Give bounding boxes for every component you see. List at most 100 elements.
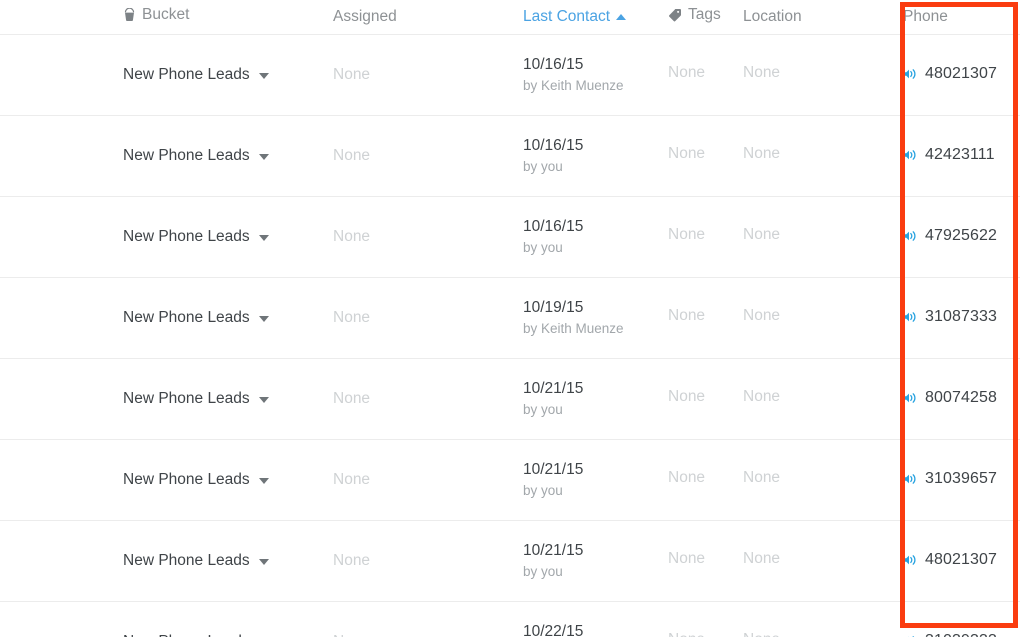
cell-phone[interactable]: 48021307	[903, 520, 1020, 602]
cell-tags[interactable]: None	[668, 277, 743, 359]
cell-location[interactable]: None	[743, 439, 903, 521]
column-header-tags[interactable]: Tags	[668, 0, 743, 35]
bucket-value: New Phone Leads	[123, 471, 250, 488]
speaker-icon[interactable]	[903, 391, 918, 405]
cell-phone[interactable]: 48021307	[903, 34, 1020, 116]
cell-phone[interactable]: 80074258	[903, 358, 1020, 440]
cell-assigned[interactable]: None	[333, 358, 523, 440]
column-header-location[interactable]: Location	[743, 0, 903, 35]
speaker-icon[interactable]	[903, 472, 918, 486]
cell-assigned[interactable]: None	[333, 520, 523, 602]
chevron-down-icon[interactable]	[258, 154, 269, 160]
chevron-down-icon[interactable]	[258, 73, 269, 79]
phone-number: 31087333	[925, 307, 997, 325]
table-row[interactable]: New Phone Leads None 10/21/15 by you Non…	[0, 358, 1020, 440]
last-contact-date: 10/22/15	[523, 623, 584, 637]
cell-bucket[interactable]: New Phone Leads	[123, 358, 333, 440]
cell-last-contact[interactable]: 10/16/15 by you	[523, 115, 668, 197]
cell-assigned[interactable]: None	[333, 277, 523, 359]
cell-location[interactable]: None	[743, 115, 903, 197]
cell-tags[interactable]: None	[668, 439, 743, 521]
table-row[interactable]: New Phone Leads None 10/21/15 by you Non…	[0, 520, 1020, 602]
cell-bucket[interactable]: New Phone Leads	[123, 439, 333, 521]
last-contact-author: by you	[523, 402, 563, 417]
cell-assigned[interactable]: None	[333, 196, 523, 278]
location-value: None	[743, 550, 781, 567]
speaker-icon[interactable]	[903, 229, 918, 243]
column-header-bucket[interactable]: Bucket	[123, 0, 333, 35]
assigned-value: None	[333, 228, 371, 245]
column-header-last-contact[interactable]: Last Contact	[523, 0, 668, 35]
cell-bucket[interactable]: New Phone Leads	[123, 277, 333, 359]
cell-last-contact[interactable]: 10/21/15 by you	[523, 439, 668, 521]
assigned-value: None	[333, 66, 371, 83]
cell-location[interactable]: None	[743, 34, 903, 116]
cell-assigned[interactable]: None	[333, 439, 523, 521]
cell-last-contact[interactable]: 10/21/15 by you	[523, 520, 668, 602]
cell-phone[interactable]: 31039657	[903, 439, 1020, 521]
chevron-down-icon[interactable]	[258, 235, 269, 241]
cell-phone[interactable]: 31087333	[903, 277, 1020, 359]
cell-assigned[interactable]: None	[333, 601, 523, 637]
column-header-assigned-label: Assigned	[333, 8, 397, 25]
cell-last-contact[interactable]: 10/16/15 by you	[523, 196, 668, 278]
cell-phone[interactable]: 31039333	[903, 601, 1020, 637]
cell-location[interactable]: None	[743, 601, 903, 637]
assigned-value: None	[333, 633, 370, 637]
cell-bucket[interactable]: New Phone Leads	[123, 601, 333, 637]
cell-last-contact[interactable]: 10/16/15 by Keith Muenze	[523, 34, 668, 116]
table-row[interactable]: New Phone Leads None 10/22/15 by you Non…	[0, 601, 1020, 637]
speaker-icon[interactable]	[903, 67, 918, 81]
row-spacer	[0, 358, 123, 440]
cell-assigned[interactable]: None	[333, 34, 523, 116]
cell-bucket[interactable]: New Phone Leads	[123, 115, 333, 197]
cell-location[interactable]: None	[743, 358, 903, 440]
assigned-value: None	[333, 309, 371, 326]
cell-phone[interactable]: 42423111	[903, 115, 1020, 197]
table-row[interactable]: New Phone Leads None 10/16/15 by you Non…	[0, 196, 1020, 278]
table-row[interactable]: New Phone Leads None 10/21/15 by you Non…	[0, 439, 1020, 521]
speaker-icon[interactable]	[903, 148, 918, 162]
cell-tags[interactable]: None	[668, 196, 743, 278]
cell-phone[interactable]: 47925622	[903, 196, 1020, 278]
bucket-value: New Phone Leads	[123, 147, 250, 164]
cell-location[interactable]: None	[743, 196, 903, 278]
tags-value: None	[668, 64, 706, 81]
speaker-icon[interactable]	[903, 310, 918, 324]
chevron-down-icon[interactable]	[258, 316, 269, 322]
row-spacer	[0, 439, 123, 521]
cell-location[interactable]: None	[743, 277, 903, 359]
last-contact-author: by Keith Muenze	[523, 321, 624, 336]
last-contact-date: 10/16/15	[523, 218, 584, 235]
assigned-value: None	[333, 147, 371, 164]
cell-assigned[interactable]: None	[333, 115, 523, 197]
table-row[interactable]: New Phone Leads None 10/16/15 by you Non…	[0, 115, 1020, 197]
phone-number: 31039657	[925, 469, 997, 487]
speaker-icon[interactable]	[903, 553, 918, 567]
cell-tags[interactable]: None	[668, 601, 743, 637]
cell-bucket[interactable]: New Phone Leads	[123, 196, 333, 278]
last-contact-author: by Keith Muenze	[523, 78, 624, 93]
table-row[interactable]: New Phone Leads None 10/16/15 by Keith M…	[0, 34, 1020, 116]
table-row[interactable]: New Phone Leads None 10/19/15 by Keith M…	[0, 277, 1020, 359]
cell-tags[interactable]: None	[668, 358, 743, 440]
chevron-down-icon[interactable]	[258, 478, 269, 484]
cell-location[interactable]: None	[743, 520, 903, 602]
column-header-assigned[interactable]: Assigned	[333, 0, 523, 35]
chevron-down-icon[interactable]	[258, 559, 269, 565]
column-header-phone[interactable]: Phone	[903, 0, 1020, 35]
cell-last-contact[interactable]: 10/19/15 by Keith Muenze	[523, 277, 668, 359]
speaker-icon[interactable]	[903, 634, 918, 637]
chevron-down-icon[interactable]	[258, 397, 269, 403]
leads-table-container[interactable]: Bucket Assigned Last Contact Tags Locati…	[0, 0, 1020, 637]
bucket-value: New Phone Leads	[123, 633, 250, 637]
cell-bucket[interactable]: New Phone Leads	[123, 34, 333, 116]
tags-value: None	[668, 469, 706, 486]
cell-last-contact[interactable]: 10/22/15 by you	[523, 601, 668, 637]
cell-tags[interactable]: None	[668, 520, 743, 602]
cell-bucket[interactable]: New Phone Leads	[123, 520, 333, 602]
cell-last-contact[interactable]: 10/21/15 by you	[523, 358, 668, 440]
cell-tags[interactable]: None	[668, 115, 743, 197]
cell-tags[interactable]: None	[668, 34, 743, 116]
assigned-value: None	[333, 552, 371, 569]
